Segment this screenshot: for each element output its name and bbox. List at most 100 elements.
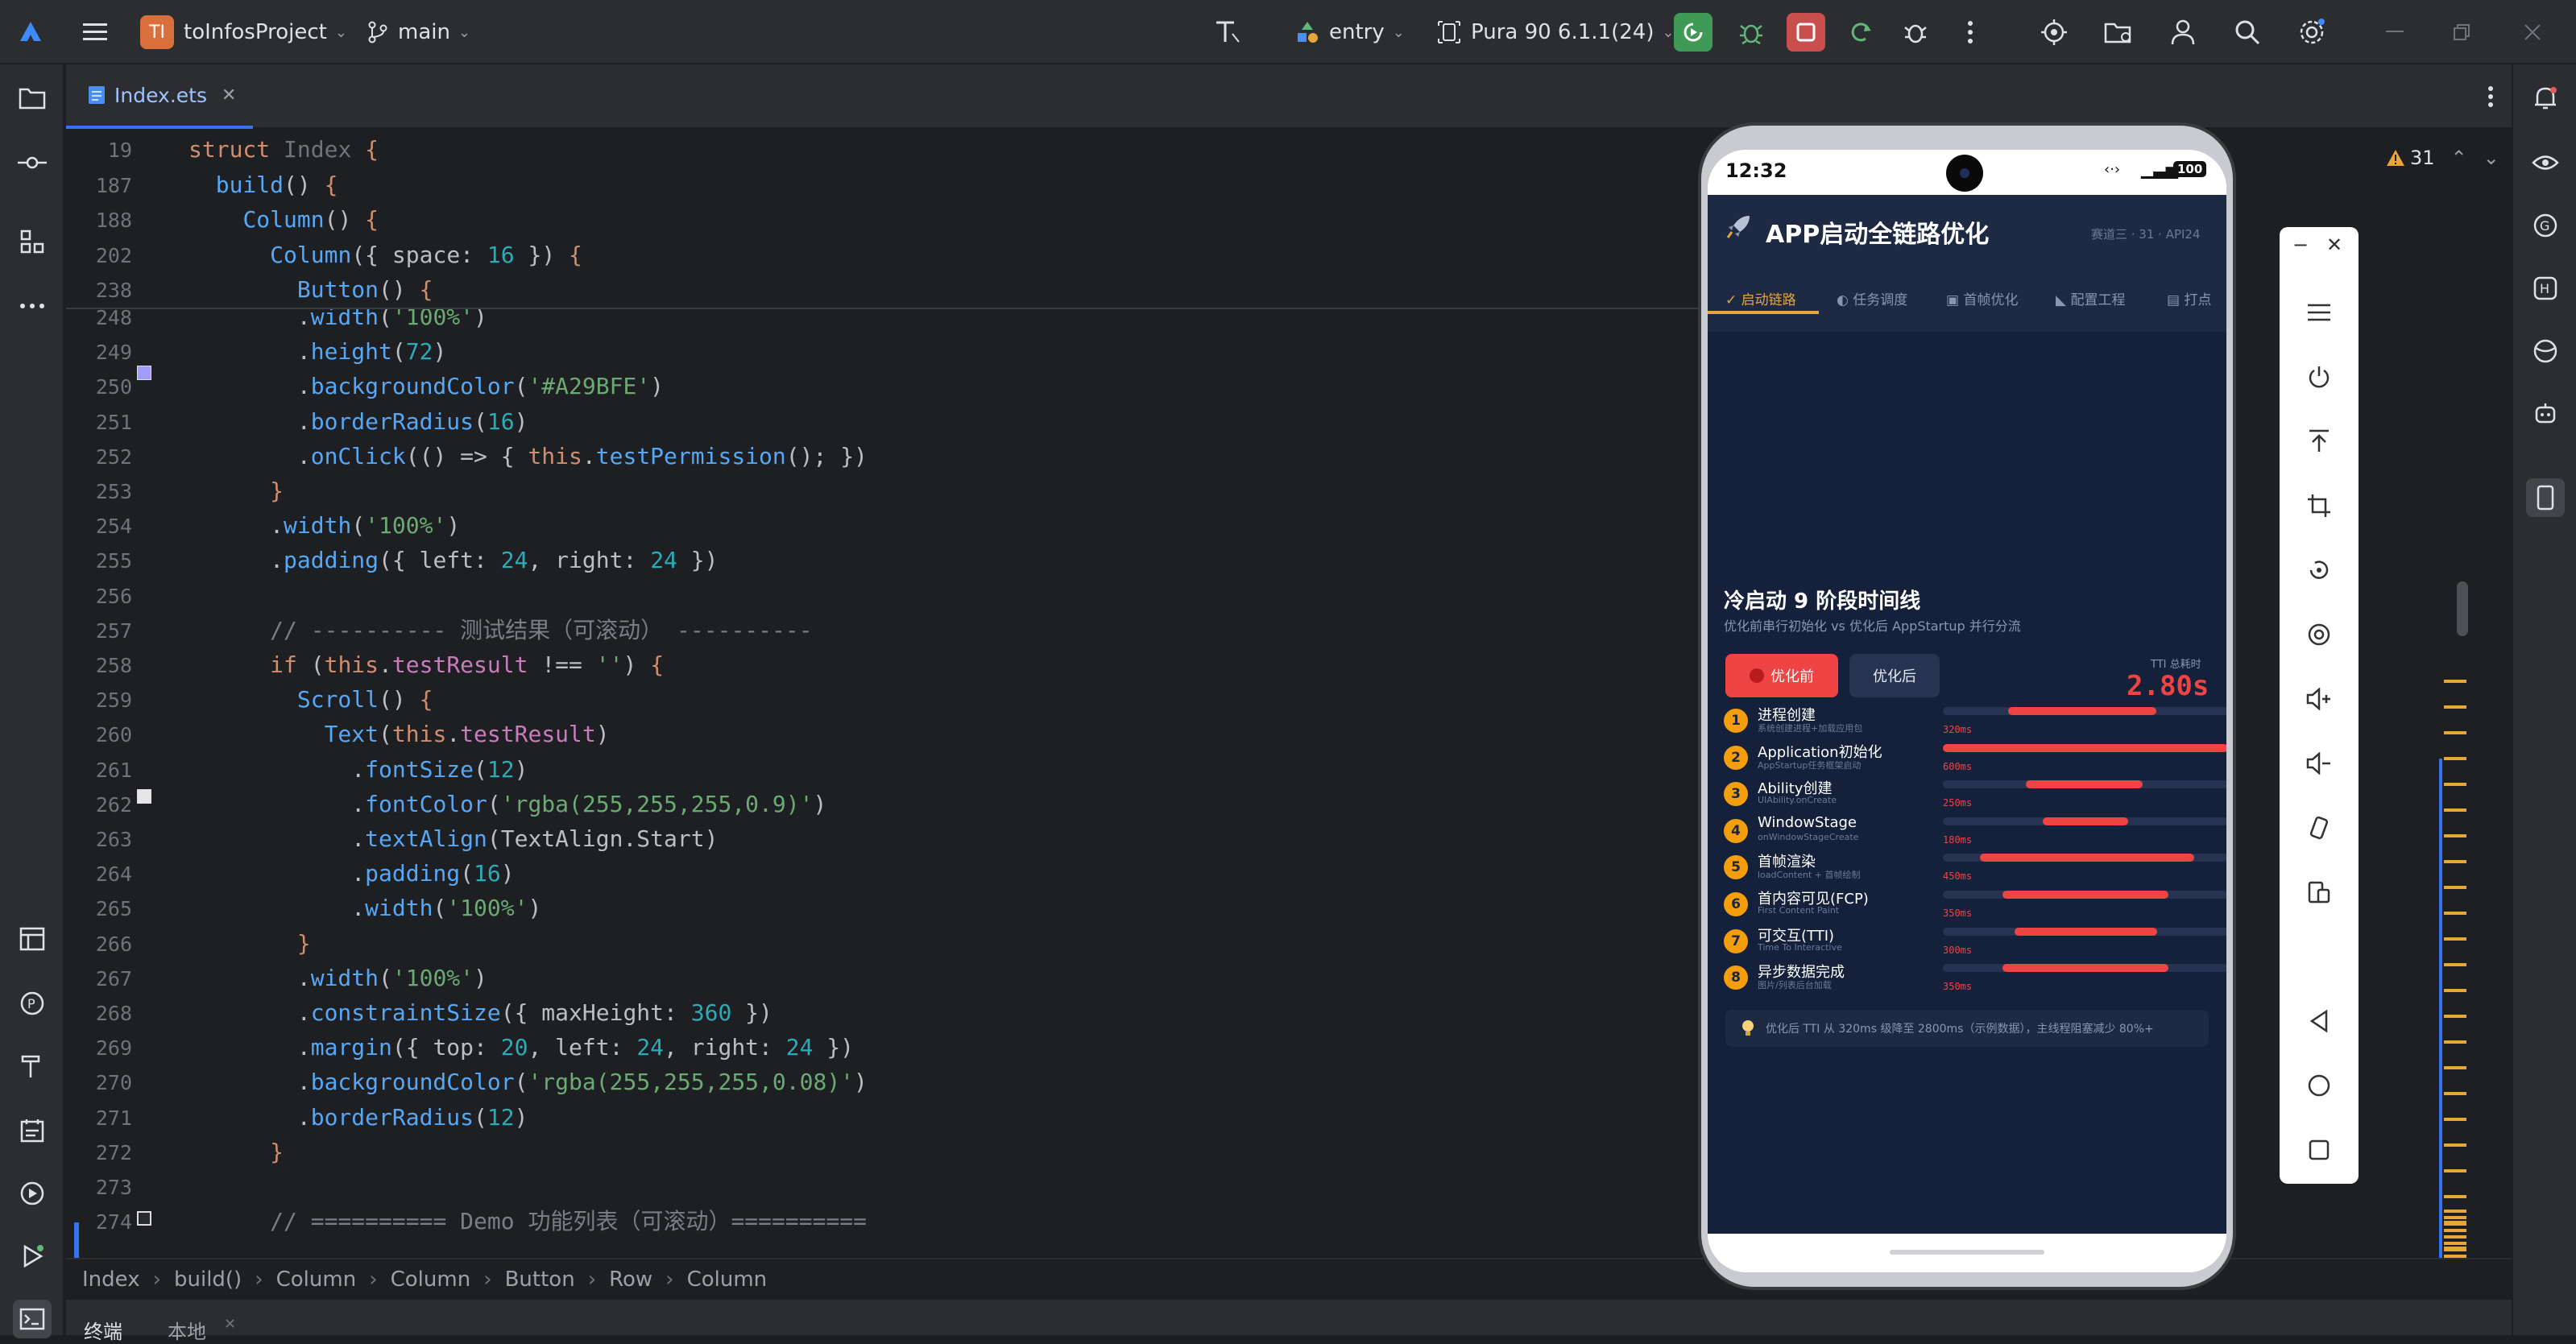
code-line[interactable]: .textAlign(TextAlign.Start) [188,821,718,857]
folder-sync-icon[interactable] [2099,13,2138,52]
terminal-icon[interactable] [13,1300,52,1338]
branch-selector[interactable]: main ⌄ [367,0,470,64]
sticky-code-line[interactable]: Column() { [188,202,379,238]
home-indicator[interactable] [1890,1250,2044,1255]
stage-row[interactable]: 5 首帧渲染 loadContent + 首帧绘制 450ms [1724,849,2226,886]
menu-icon[interactable] [2300,293,2338,332]
warning-marker[interactable] [2444,1092,2466,1095]
phone-screen[interactable]: 12:32 ‹·› ▁▃▅ 100 APP启动全链路优化 赛道三 · 31 · … [1708,150,2226,1272]
warning-marker[interactable] [2444,757,2466,760]
before-button[interactable]: 优化前 [1725,654,1838,697]
stage-row[interactable]: 2 Application初始化 AppStartup任务框架启动 600ms [1724,739,2226,776]
log-icon[interactable] [13,1111,52,1150]
warning-marker[interactable] [2444,1143,2466,1147]
code-line[interactable]: .padding(16) [188,856,514,891]
close-tab-icon[interactable]: ✕ [222,85,236,105]
code-line[interactable]: } [188,474,284,509]
layout-inspector-icon[interactable] [13,920,52,958]
color-swatch-purple[interactable] [137,366,151,380]
color-swatch-translucent[interactable] [137,1211,151,1226]
previewer-phone-icon[interactable] [2526,478,2565,517]
warning-marker[interactable] [2444,1040,2466,1044]
tab-index-ets[interactable]: Index.ets ✕ [66,64,253,129]
warning-marker[interactable] [2444,1248,2466,1251]
breadcrumb-item[interactable]: Button [505,1267,575,1292]
code-line[interactable]: .backgroundColor('#A29BFE') [188,369,664,404]
tab-terminal[interactable]: 终端 [84,1316,122,1344]
code-line[interactable]: .backgroundColor('rgba(255,255,255,0.08)… [188,1065,868,1100]
breadcrumb-item[interactable]: Column [391,1267,471,1292]
notifications-icon[interactable] [2526,79,2565,118]
nav-home-icon[interactable] [2300,1066,2338,1105]
restore-window-icon[interactable] [2442,13,2481,52]
crop-icon[interactable] [2300,486,2338,525]
commit-icon[interactable] [13,143,52,182]
breadcrumb-item[interactable]: build() [174,1267,242,1292]
warning-marker[interactable] [2444,834,2466,837]
module-selector[interactable]: entry ⌄ [1295,0,1405,64]
hvigor-icon[interactable]: H [2526,269,2565,308]
breadcrumb-item[interactable]: Column [276,1267,357,1292]
main-menu-icon[interactable] [76,13,114,52]
stage-row[interactable]: 1 进程创建 系统创建进程+加载应用包 320ms [1724,702,2226,739]
warning-marker[interactable] [2444,1169,2466,1172]
account-icon[interactable] [2164,13,2202,52]
minimize-panel-icon[interactable]: − [2292,234,2309,256]
shake-icon[interactable] [2300,808,2338,847]
code-line[interactable]: .margin({ top: 20, left: 24, right: 24 }… [188,1030,854,1065]
device-manager-icon[interactable] [2526,332,2565,370]
code-line[interactable]: Scroll() { [188,682,433,717]
tab-options-icon[interactable] [2475,81,2507,113]
warning-marker[interactable] [2444,808,2466,812]
nav-recents-icon[interactable] [2300,1131,2338,1169]
apply-changes-button[interactable] [1841,13,1880,52]
device-selector[interactable]: Pura 90 6.1.1(24) ⌄ [1437,0,1675,64]
inspection-widget[interactable]: 31 ⌃ ⌄ [2386,142,2499,174]
sticky-code-line[interactable]: struct Index { [188,132,379,167]
stage-row[interactable]: 6 首内容可见(FCP) First Content Paint 350ms [1724,886,2226,923]
warning-marker[interactable] [2444,1216,2466,1219]
settings-icon[interactable] [2292,13,2331,52]
warning-marker[interactable] [2444,1229,2466,1232]
close-window-icon[interactable] [2513,13,2552,52]
app-tab[interactable]: ◐ 任务调度 [1837,288,1907,308]
app-tab[interactable]: ▣ 首帧优化 [1946,288,2018,308]
breadcrumb-item[interactable]: Row [609,1267,652,1292]
stage-row[interactable]: 7 可交互(TTI) Time To Interactive 300ms [1724,923,2226,960]
rotate-icon[interactable] [2300,551,2338,589]
code-line[interactable]: // ---------- 测试结果（可滚动） ---------- [188,613,812,648]
code-line[interactable]: Text(this.testResult) [188,717,610,752]
upload-icon[interactable] [2300,422,2338,461]
volume-up-icon[interactable] [2300,680,2338,718]
warning-marker[interactable] [2444,886,2466,889]
warning-marker[interactable] [2444,989,2466,992]
code-line[interactable]: .borderRadius(16) [188,404,528,440]
chevron-up-icon[interactable]: ⌃ [2451,147,2467,169]
project-selector[interactable]: TI toInfosProject ⌄ [140,0,347,64]
stage-row[interactable]: 8 异步数据完成 图片/列表后台加载 350ms [1724,959,2226,996]
target-icon[interactable] [2035,13,2073,52]
warning-marker[interactable] [2444,1210,2466,1213]
structure-icon[interactable] [13,222,52,261]
after-button[interactable]: 优化后 [1849,654,1940,697]
search-icon[interactable] [2228,13,2267,52]
code-line[interactable]: .fontSize(12) [188,752,528,788]
stage-row[interactable]: 3 Ability创建 UIAbility.onCreate 250ms [1724,775,2226,813]
breadcrumb-item[interactable]: Index [82,1267,140,1292]
code-line[interactable]: .width('100%') [188,508,460,544]
preview-eye-icon[interactable] [2526,143,2565,182]
code-line[interactable]: .width('100%') [188,891,541,926]
text-format-icon[interactable] [1208,13,1247,52]
warning-marker[interactable] [2444,912,2466,915]
app-tab[interactable]: ✓ 启动链路 [1725,288,1796,308]
warning-marker[interactable] [2444,1242,2466,1245]
warning-marker[interactable] [2444,1222,2466,1226]
project-folder-icon[interactable] [13,79,52,118]
services-icon[interactable] [13,1174,52,1213]
warning-marker[interactable] [2444,1235,2466,1239]
stop-button[interactable] [1787,13,1825,52]
code-line[interactable]: .constraintSize({ maxHeight: 360 }) [188,995,772,1031]
warning-marker[interactable] [2444,1195,2466,1198]
code-line[interactable]: if (this.testResult !== '') { [188,647,664,683]
code-line[interactable]: .onClick(() => { this.testPermission(); … [188,439,868,474]
